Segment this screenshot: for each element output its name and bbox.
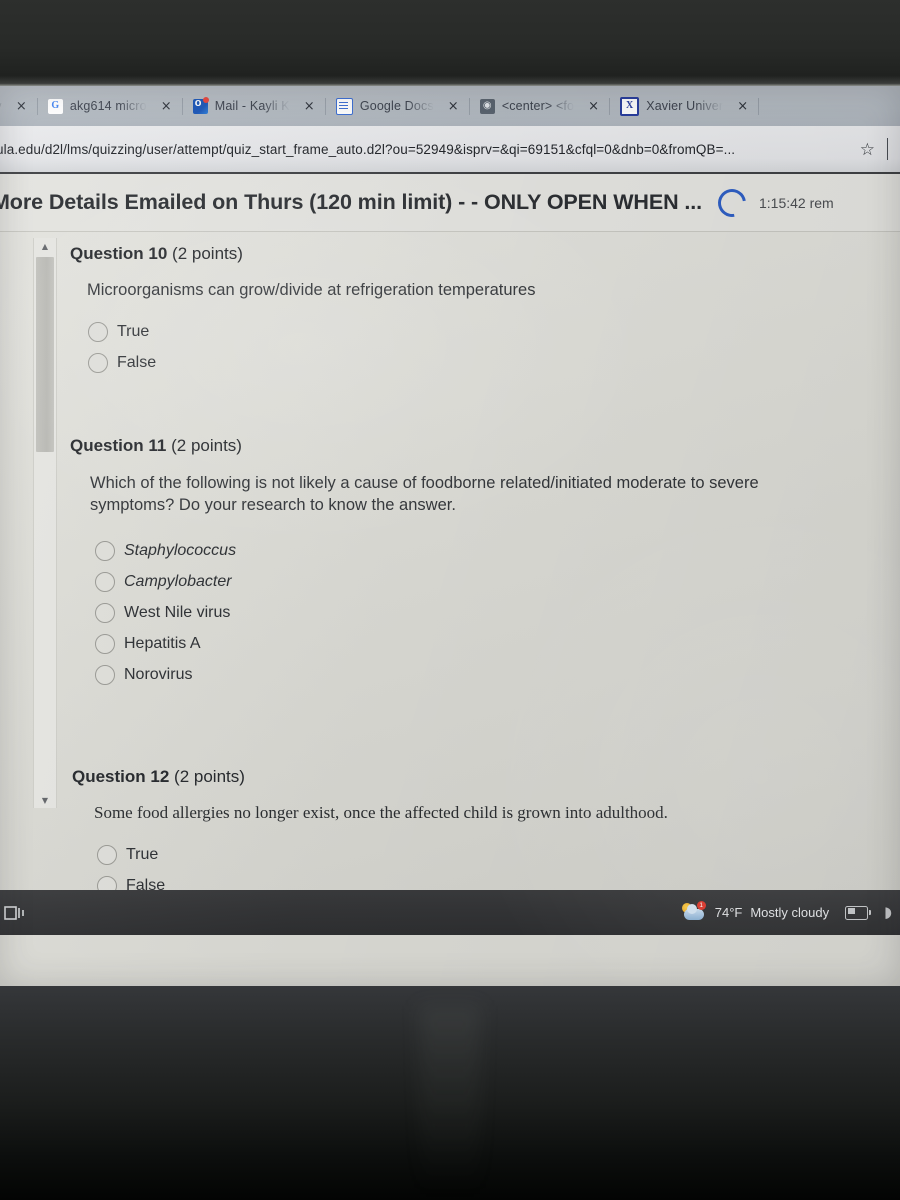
question-block-10: Question 10 (2 points) Microorganisms ca… bbox=[70, 244, 860, 373]
question-text: Some food allergies no longer exist, onc… bbox=[94, 803, 668, 822]
answer-options: Staphylococcus Campylobacter West Nile v… bbox=[95, 540, 830, 685]
question-block-12: Question 12 (2 points) Some food allergi… bbox=[72, 767, 862, 897]
browser-tab-1[interactable]: G akg614 micro × bbox=[38, 86, 182, 126]
quiz-timer: 1:15:42 rem bbox=[759, 194, 834, 211]
answer-option[interactable]: Staphylococcus bbox=[95, 540, 830, 561]
windows-taskbar: 1 74°F Mostly cloudy ◗ bbox=[0, 890, 900, 935]
option-label: True bbox=[126, 846, 159, 864]
scrollbar-thumb[interactable] bbox=[36, 257, 54, 452]
option-label: True bbox=[117, 322, 150, 340]
question-heading: Question 11 (2 points) bbox=[70, 436, 830, 456]
laptop-screen: ory × G akg614 micro × Mail - Kayli K × … bbox=[0, 86, 900, 986]
tab-title: Xavier Univer bbox=[646, 99, 724, 113]
question-text: Which of the following is not likely a c… bbox=[90, 474, 759, 514]
tab-title: <center> <fo bbox=[501, 99, 575, 113]
wifi-icon[interactable]: ◗ bbox=[884, 903, 892, 921]
tab-divider bbox=[758, 97, 760, 115]
browser-tab-strip: ory × G akg614 micro × Mail - Kayli K × … bbox=[0, 86, 900, 126]
outlook-icon bbox=[192, 96, 209, 114]
question-points: (2 points) bbox=[172, 244, 243, 263]
weather-description: Mostly cloudy bbox=[750, 905, 830, 920]
question-number: Question 12 bbox=[72, 767, 170, 786]
photo-background: ory × G akg614 micro × Mail - Kayli K × … bbox=[0, 0, 900, 1200]
laptop-bezel-bottom bbox=[0, 986, 900, 1200]
battery-icon[interactable] bbox=[845, 905, 872, 920]
google-icon: G bbox=[47, 98, 63, 114]
close-icon[interactable]: × bbox=[588, 100, 599, 113]
toolbar-edge bbox=[887, 138, 900, 160]
question-number: Question 10 bbox=[70, 244, 168, 263]
close-icon[interactable]: × bbox=[304, 100, 315, 113]
scroll-up-arrow-icon[interactable]: ▲ bbox=[34, 238, 56, 254]
question-number: Question 11 bbox=[70, 436, 167, 455]
option-label: Staphylococcus bbox=[124, 541, 237, 559]
close-icon[interactable]: × bbox=[16, 100, 27, 113]
answer-option[interactable]: West Nile virus bbox=[95, 602, 830, 623]
question-text: Microorganisms can grow/divide at refrig… bbox=[87, 281, 536, 299]
task-view-icon[interactable] bbox=[4, 902, 34, 924]
option-label: Campylobacter bbox=[124, 572, 232, 590]
close-icon[interactable]: × bbox=[737, 100, 748, 113]
globe-icon: ◉ bbox=[479, 98, 495, 114]
question-block-11: Question 11 (2 points) Which of the foll… bbox=[70, 436, 830, 685]
radio-button[interactable] bbox=[88, 352, 108, 373]
quiz-content-area: ▲ ▼ Question 10 (2 points) Microorganism… bbox=[0, 232, 900, 935]
quiz-scrollbar[interactable]: ▲ ▼ bbox=[33, 238, 57, 808]
google-docs-icon bbox=[335, 97, 353, 115]
radio-button[interactable] bbox=[95, 633, 115, 654]
browser-tab-3[interactable]: Google Docs × bbox=[326, 86, 469, 126]
browser-tab-5[interactable]: X Xavier Univer × bbox=[610, 86, 758, 126]
quiz-title: More Details Emailed on Thurs (120 min l… bbox=[0, 190, 702, 214]
answer-option[interactable]: False bbox=[88, 352, 860, 373]
answer-option[interactable]: True bbox=[97, 845, 862, 866]
url-input[interactable]: ula.edu/d2l/lms/quizzing/user/attempt/qu… bbox=[0, 142, 854, 157]
browser-tab-2[interactable]: Mail - Kayli K × bbox=[183, 86, 325, 126]
answer-options: True False bbox=[97, 845, 862, 897]
tab-title: ory bbox=[0, 99, 2, 113]
radio-button[interactable] bbox=[95, 664, 115, 685]
tab-title: akg614 micro bbox=[69, 99, 147, 113]
answer-option[interactable]: Hepatitis A bbox=[95, 633, 830, 654]
tab-title: Mail - Kayli K bbox=[214, 99, 290, 113]
taskbar-system-tray: 1 74°F Mostly cloudy ◗ bbox=[681, 900, 900, 923]
quiz-header-bar: More Details Emailed on Thurs (120 min l… bbox=[0, 174, 900, 232]
laptop-bezel-top bbox=[0, 0, 900, 86]
answer-option[interactable]: True bbox=[88, 321, 860, 342]
partly-cloudy-icon: 1 bbox=[681, 900, 707, 923]
weather-widget[interactable]: 1 74°F Mostly cloudy bbox=[681, 900, 830, 923]
option-label: West Nile virus bbox=[124, 603, 231, 621]
radio-button[interactable] bbox=[95, 540, 115, 561]
option-label: False bbox=[117, 353, 157, 371]
radio-button[interactable] bbox=[88, 321, 108, 342]
tab-title: Google Docs bbox=[359, 99, 434, 113]
scroll-down-arrow-icon[interactable]: ▼ bbox=[34, 792, 56, 808]
question-points: (2 points) bbox=[171, 436, 242, 455]
xavier-icon: X bbox=[620, 96, 640, 116]
close-icon[interactable]: × bbox=[448, 100, 459, 113]
answer-option[interactable]: Campylobacter bbox=[95, 571, 830, 592]
radio-button[interactable] bbox=[97, 845, 117, 866]
option-label: Norovirus bbox=[124, 665, 193, 683]
question-heading: Question 10 (2 points) bbox=[70, 244, 860, 264]
loading-spinner-icon bbox=[712, 183, 752, 222]
browser-tab-4[interactable]: ◉ <center> <fo × bbox=[470, 86, 609, 126]
answer-options: True False bbox=[88, 321, 860, 373]
bookmark-star-icon[interactable]: ☆ bbox=[860, 141, 875, 158]
question-heading: Question 12 (2 points) bbox=[72, 767, 862, 787]
question-points: (2 points) bbox=[174, 767, 245, 786]
radio-button[interactable] bbox=[95, 602, 115, 623]
close-icon[interactable]: × bbox=[161, 100, 172, 113]
browser-address-bar: ula.edu/d2l/lms/quizzing/user/attempt/qu… bbox=[0, 126, 900, 174]
browser-tab-0[interactable]: ory × bbox=[0, 86, 37, 126]
answer-option[interactable]: Norovirus bbox=[95, 664, 830, 685]
radio-button[interactable] bbox=[95, 571, 115, 592]
weather-temperature: 74°F bbox=[714, 905, 743, 920]
option-label: Hepatitis A bbox=[124, 634, 201, 652]
notification-badge: 1 bbox=[696, 900, 706, 910]
